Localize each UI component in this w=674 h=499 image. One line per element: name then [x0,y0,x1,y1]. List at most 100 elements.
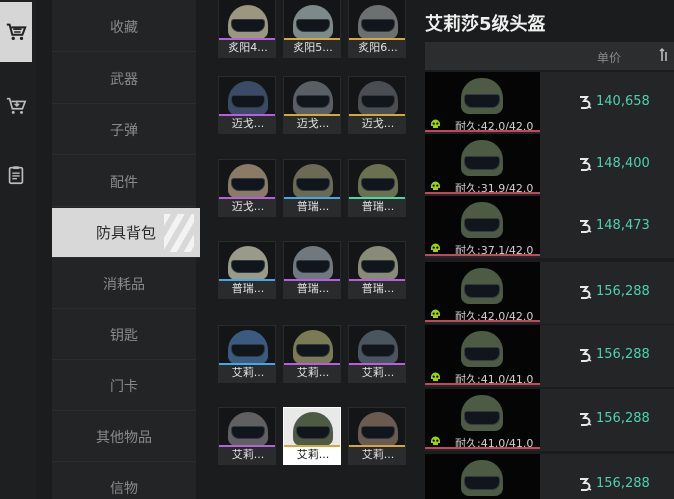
visor [464,411,500,425]
item-tile[interactable]: 艾莉... [348,325,406,383]
listing-row[interactable]: 耐久:37.1/42.0 148,473 [425,196,674,258]
visor [361,260,395,273]
visor [361,95,395,108]
skull-icon [431,243,440,252]
visor [464,156,500,170]
price-text: 156,288 [596,411,650,426]
visor [361,344,395,357]
visor [464,347,500,361]
item-tile-label: 炙阳5... [284,40,340,57]
currency-icon [580,478,592,491]
item-tile[interactable]: 炙阳6... [348,0,406,58]
price-text: 148,473 [596,218,650,233]
category-weapons[interactable]: 武器 [52,54,196,104]
item-tile[interactable]: 迈戈... [218,76,276,134]
listing-row[interactable]: 耐久:42.0/42.0 140,658 [425,72,674,134]
category-sidebar: 收藏 武器 子弹 配件 防具背包 消耗品 钥匙 门卡 其他物品 信物 [52,0,200,499]
visor [464,218,500,232]
sort-icon[interactable] [658,46,670,64]
item-grid: 炙阳4... 炙阳5... 炙阳6... 迈戈... 迈戈... 迈戈... 迈戈... 普瑞… [212,0,412,499]
category-other[interactable]: 其他物品 [52,412,196,462]
listing-row[interactable]: 耐久:31.9/42.0 148,400 [425,134,674,196]
category-label: 消耗品 [103,276,145,293]
currency-icon [580,286,592,299]
durability-bar [425,254,540,256]
durability-bar [425,130,540,132]
visor [296,178,330,191]
item-tile-label: 艾莉... [284,447,340,464]
item-tile[interactable]: 迈戈... [218,159,276,217]
visor [361,178,395,191]
listing-thumbnail: 耐久:31.9/42.0 [425,134,540,194]
visor [464,284,500,298]
category-armor-backpack[interactable]: 防具背包 [52,208,200,258]
item-tile-label: 艾莉... [349,365,405,382]
item-tile[interactable]: 艾莉... [218,325,276,383]
item-tile[interactable]: 普瑞... [348,241,406,299]
item-tile-label: 普瑞... [284,281,340,298]
category-label: 防具背包 [95,224,156,242]
visor [361,426,395,439]
visor [361,19,395,32]
category-keycards[interactable]: 门卡 [52,361,196,411]
item-title: 艾莉莎5级头盔 [425,14,546,35]
item-tile-label: 艾莉... [349,447,405,464]
item-tile[interactable]: 普瑞... [283,159,341,217]
item-tile[interactable]: 艾莉... [348,407,406,465]
item-tile-label: 艾莉... [284,365,340,382]
listing-thumbnail: 耐久:41.0/41.0 [425,389,540,449]
category-ammo[interactable]: 子弹 [52,105,196,155]
item-tile[interactable]: 迈戈... [283,76,341,134]
visor [231,426,265,439]
item-tile[interactable]: 艾莉... [283,407,341,465]
item-tile[interactable]: 艾莉... [283,325,341,383]
item-tile[interactable]: 艾莉... [218,407,276,465]
listing-row[interactable]: 耐久:41.0/41.0 156,288 [425,389,674,451]
skull-icon [431,436,440,445]
category-label: 门卡 [110,378,138,395]
category-consumables[interactable]: 消耗品 [52,259,196,309]
rail-sell-button[interactable] [0,76,32,136]
listing-thumbnail: 耐久:41.0/41.0 [425,325,540,385]
category-tokens[interactable]: 信物 [52,463,196,499]
rail-buy-button[interactable] [0,2,32,62]
cart-icon [6,23,27,41]
item-tile[interactable]: 普瑞... [283,241,341,299]
item-tile[interactable]: 普瑞... [348,159,406,217]
listing-row[interactable]: 耐久:41.0/41.0 156,288 [425,325,674,387]
item-tile-label: 炙阳6... [349,40,405,57]
item-tile-label: 迈戈... [219,116,275,133]
category-keys[interactable]: 钥匙 [52,310,196,360]
visor [231,344,265,357]
listing-row[interactable]: 耐久:42.0/42.0 156,288 [425,454,674,499]
visor [296,19,330,32]
skull-icon [431,119,440,128]
currency-icon [580,413,592,426]
item-tile[interactable]: 迈戈... [348,76,406,134]
item-tile[interactable]: 炙阳4... [218,0,276,58]
visor [231,260,265,273]
category-label: 其他物品 [96,429,152,446]
rail-orders-button[interactable] [0,145,32,205]
item-tile[interactable]: 普瑞... [218,241,276,299]
skull-icon [431,309,440,318]
durability-bar [425,447,540,449]
item-tile-label: 迈戈... [349,116,405,133]
category-label: 钥匙 [110,327,138,344]
listing-thumbnail: 耐久:42.0/42.0 [425,262,540,322]
item-tile[interactable]: 炙阳5... [283,0,341,58]
category-favorites[interactable]: 收藏 [52,2,196,52]
currency-icon [580,349,592,362]
currency-icon [580,220,592,233]
category-attachments[interactable]: 配件 [52,157,196,207]
item-tile-label: 炙阳4... [219,40,275,57]
visor [231,178,265,191]
visor [296,260,330,273]
price-text: 156,288 [596,347,650,362]
item-tile-label: 普瑞... [219,281,275,298]
price-text: 148,400 [596,156,650,171]
listing-row[interactable]: 耐久:42.0/42.0 156,288 [425,262,674,324]
price-column-header[interactable]: 单价 [597,49,621,66]
durability-bar [425,383,540,385]
currency-icon [580,158,592,171]
